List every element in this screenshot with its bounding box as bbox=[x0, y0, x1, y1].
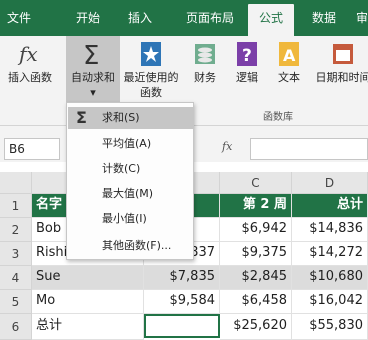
menu-item-more-functions[interactable]: 其他函数(F)... bbox=[68, 235, 193, 257]
logical-label: 逻辑 bbox=[236, 71, 258, 84]
sigma-icon: Σ bbox=[83, 41, 99, 68]
tab-review[interactable]: 审 bbox=[350, 0, 368, 36]
autosum-dropdown-menu: Σ 求和(S) 平均值(A) 计数(C) 最大值(M) 最小值(I) 其他函数(… bbox=[66, 102, 194, 260]
star-book-icon bbox=[141, 42, 161, 66]
recently-used-button[interactable]: 最近使用的 函数 bbox=[120, 36, 182, 104]
cell-a4[interactable]: Sue bbox=[32, 266, 144, 290]
autosum-button[interactable]: Σ 自动求和 ▾ bbox=[66, 36, 120, 104]
cell-d1[interactable]: 总计 bbox=[292, 194, 368, 218]
calendar-icon bbox=[333, 44, 353, 64]
cell-a5[interactable]: Mo bbox=[32, 290, 144, 314]
row-header-4[interactable]: 4 bbox=[0, 266, 32, 290]
recently-used-label-2: 函数 bbox=[140, 86, 162, 99]
question-book-icon: ? bbox=[237, 42, 257, 66]
cell-d5[interactable]: $16,042 bbox=[292, 290, 368, 314]
row-header-3[interactable]: 3 bbox=[0, 242, 32, 266]
insert-function-label: 插入函数 bbox=[8, 71, 52, 84]
recently-used-label-1: 最近使用的 bbox=[123, 71, 179, 84]
row-header-5[interactable]: 5 bbox=[0, 290, 32, 314]
financial-label: 财务 bbox=[194, 71, 216, 84]
tab-formulas[interactable]: 公式 bbox=[248, 4, 294, 36]
menu-item-sum[interactable]: Σ 求和(S) bbox=[68, 107, 193, 129]
logical-button[interactable]: ? 逻辑 bbox=[228, 36, 266, 104]
cell-c5[interactable]: $6,458 bbox=[220, 290, 292, 314]
menu-item-count[interactable]: 计数(C) bbox=[68, 158, 193, 180]
svg-text:?: ? bbox=[242, 46, 252, 66]
cell-a6[interactable]: 总计 bbox=[32, 314, 144, 340]
tab-insert[interactable]: 插入 bbox=[118, 0, 162, 36]
cell-b6-selected[interactable] bbox=[144, 314, 220, 338]
tab-home[interactable]: 开始 bbox=[66, 0, 110, 36]
sigma-icon: Σ bbox=[76, 108, 87, 127]
cell-d2[interactable]: $14,836 bbox=[292, 218, 368, 242]
col-header-d[interactable]: D bbox=[292, 172, 368, 194]
row-header-2[interactable]: 2 bbox=[0, 218, 32, 242]
cell-c4[interactable]: $2,845 bbox=[220, 266, 292, 290]
insert-function-button[interactable]: fx 插入函数 bbox=[0, 36, 60, 104]
chevron-down-icon: ▾ bbox=[90, 86, 96, 99]
text-button[interactable]: A 文本 bbox=[270, 36, 308, 104]
coins-icon bbox=[195, 44, 215, 64]
fx-icon[interactable]: fx bbox=[222, 140, 232, 153]
cell-d4[interactable]: $10,680 bbox=[292, 266, 368, 290]
menu-item-sum-label: 求和(S) bbox=[102, 111, 140, 124]
tab-page-layout[interactable]: 页面布局 bbox=[175, 0, 245, 36]
select-all-corner[interactable] bbox=[0, 172, 32, 194]
datetime-label: 日期和时间 bbox=[315, 71, 368, 84]
cell-c3[interactable]: $9,375 bbox=[220, 242, 292, 266]
svg-text:fx: fx bbox=[17, 42, 38, 66]
cell-c2[interactable]: $6,942 bbox=[220, 218, 292, 242]
cell-d3[interactable]: $14,272 bbox=[292, 242, 368, 266]
cell-d6[interactable]: $55,830 bbox=[292, 314, 368, 340]
fx-icon: fx bbox=[17, 42, 38, 66]
financial-button[interactable]: 财务 bbox=[186, 36, 224, 104]
menu-item-min[interactable]: 最小值(I) bbox=[68, 208, 193, 230]
tab-file[interactable]: 文件 bbox=[0, 0, 38, 36]
svg-text:A: A bbox=[283, 46, 296, 65]
function-library-group-label: 函数库 bbox=[263, 112, 293, 123]
col-header-c[interactable]: C bbox=[220, 172, 292, 194]
ribbon-tab-bar: 文件 开始 插入 页面布局 公式 数据 审 bbox=[0, 0, 368, 36]
cell-c1[interactable]: 第 2 周 bbox=[220, 194, 292, 218]
autosum-label: 自动求和 bbox=[71, 71, 115, 84]
menu-item-average[interactable]: 平均值(A) bbox=[68, 133, 193, 155]
svg-text:Σ: Σ bbox=[83, 41, 99, 68]
text-label: 文本 bbox=[278, 71, 300, 84]
cell-b4[interactable]: $7,835 bbox=[144, 266, 220, 290]
menu-item-max[interactable]: 最大值(M) bbox=[68, 183, 193, 205]
row-header-1[interactable]: 1 bbox=[0, 194, 32, 218]
cell-c6[interactable]: $25,620 bbox=[220, 314, 292, 340]
text-a-icon: A bbox=[279, 42, 299, 66]
row-header-6[interactable]: 6 bbox=[0, 314, 32, 340]
tab-data[interactable]: 数据 bbox=[302, 0, 346, 36]
cell-b5[interactable]: $9,584 bbox=[144, 290, 220, 314]
formula-input[interactable] bbox=[250, 138, 368, 160]
name-box[interactable]: B6 bbox=[4, 138, 60, 160]
datetime-button[interactable]: 日期和时间 bbox=[310, 36, 368, 104]
